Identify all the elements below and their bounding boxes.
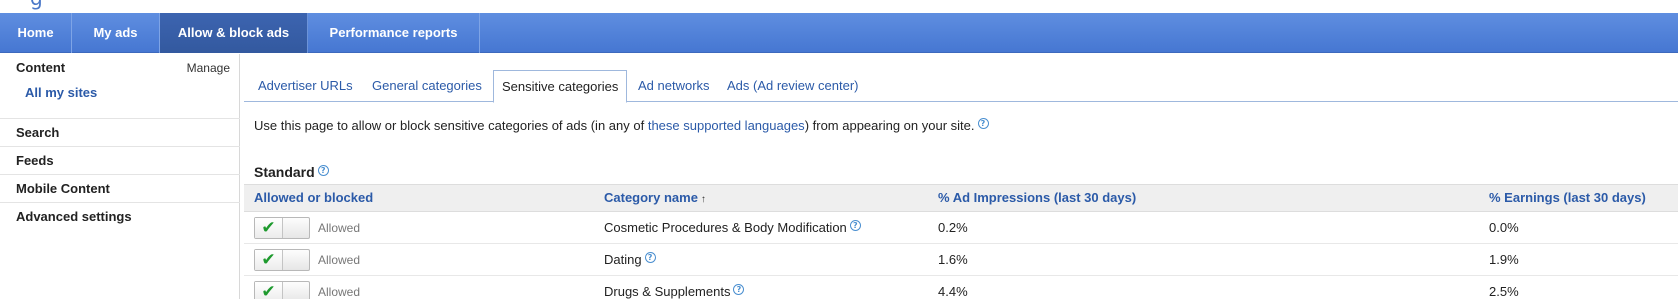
intro-text-before: Use this page to allow or block sensitiv… — [254, 118, 648, 133]
top-strip: g — [0, 0, 1678, 13]
impressions-cell: 4.4% — [938, 284, 968, 299]
impressions-cell: 1.6% — [938, 252, 968, 267]
section-title: Standard? — [254, 164, 329, 180]
check-icon: ✔ — [255, 282, 283, 299]
header-category-name[interactable]: Category name ↑ — [604, 185, 706, 213]
status-label: Allowed — [318, 285, 361, 299]
subtab-ad-review-center[interactable]: Ads (Ad review center) — [719, 70, 867, 102]
intro-text-after: ) from appearing on your site. — [804, 118, 975, 133]
earnings-cell: 1.9% — [1489, 252, 1519, 267]
nav-tab-my-ads[interactable]: My ads — [72, 13, 160, 53]
nav-tab-performance-reports[interactable]: Performance reports — [308, 13, 480, 53]
sidebar-item-mobile-content[interactable]: Mobile Content — [0, 174, 240, 202]
sidebar-item-all-my-sites[interactable]: All my sites — [25, 85, 97, 100]
subtab-general-categories[interactable]: General categories — [364, 70, 490, 102]
status-label: Allowed — [318, 221, 361, 235]
table-row: ✔ Allowed Cosmetic Procedures & Body Mod… — [244, 212, 1678, 244]
category-cell: Drugs & Supplements? — [604, 276, 745, 299]
nav-tab-allow-block-ads[interactable]: Allow & block ads — [160, 13, 308, 53]
status-label: Allowed — [318, 253, 361, 267]
sidebar-section-content: Content Manage — [0, 54, 240, 82]
subtab-ad-networks[interactable]: Ad networks — [630, 70, 718, 102]
logo[interactable]: g — [30, 0, 64, 10]
sidebar-item-feeds[interactable]: Feeds — [0, 146, 240, 174]
help-icon[interactable]: ? — [644, 252, 656, 263]
help-icon[interactable]: ? — [317, 165, 329, 176]
sidebar-content-label: Content — [16, 60, 66, 75]
table-header: Allowed or blocked Category name ↑ % Ad I… — [244, 184, 1678, 212]
category-cell: Cosmetic Procedures & Body Modification? — [604, 212, 861, 244]
header-allowed-or-blocked[interactable]: Allowed or blocked — [254, 185, 373, 211]
subtab-bar: Advertiser URLs General categories Sensi… — [244, 70, 1678, 103]
nav-tab-home[interactable]: Home — [0, 13, 72, 53]
help-icon[interactable]: ? — [977, 118, 989, 129]
header-earnings[interactable]: % Earnings (last 30 days) — [1489, 185, 1646, 211]
check-icon: ✔ — [255, 218, 283, 238]
help-icon[interactable]: ? — [733, 284, 745, 295]
subtab-sensitive-categories[interactable]: Sensitive categories — [493, 70, 628, 103]
header-category-name-label: Category name — [604, 190, 698, 205]
category-cell: Dating? — [604, 244, 656, 276]
impressions-cell: 0.2% — [938, 220, 968, 235]
allow-block-toggle[interactable]: ✔ — [254, 249, 310, 271]
sidebar-item-search[interactable]: Search — [0, 118, 240, 146]
supported-languages-link[interactable]: these supported languages — [648, 118, 805, 133]
subtab-advertiser-urls[interactable]: Advertiser URLs — [250, 70, 361, 102]
help-icon[interactable]: ? — [849, 220, 861, 231]
sort-ascending-icon: ↑ — [700, 194, 706, 205]
earnings-cell: 2.5% — [1489, 284, 1519, 299]
section-title-text: Standard — [254, 164, 315, 180]
table-row: ✔ Allowed Dating? 1.6% 1.9% — [244, 244, 1678, 276]
header-ad-impressions[interactable]: % Ad Impressions (last 30 days) — [938, 185, 1136, 211]
sidebar-item-advanced-settings[interactable]: Advanced settings — [0, 202, 240, 230]
table-row: ✔ Allowed Drugs & Supplements? 4.4% 2.5% — [244, 276, 1678, 299]
category-name: Drugs & Supplements — [604, 284, 731, 299]
category-name: Cosmetic Procedures & Body Modification — [604, 220, 847, 235]
check-icon: ✔ — [255, 250, 283, 270]
main-content: Advertiser URLs General categories Sensi… — [244, 54, 1678, 299]
intro-text: Use this page to allow or block sensitiv… — [254, 118, 989, 133]
category-name: Dating — [604, 252, 642, 267]
sidebar: Content Manage All my sites Search Feeds… — [0, 54, 240, 299]
earnings-cell: 0.0% — [1489, 220, 1519, 235]
allow-block-toggle[interactable]: ✔ — [254, 217, 310, 239]
manage-link[interactable]: Manage — [187, 54, 230, 82]
main-nav: Home My ads Allow & block ads Performanc… — [0, 13, 1678, 53]
allow-block-toggle[interactable]: ✔ — [254, 281, 310, 299]
